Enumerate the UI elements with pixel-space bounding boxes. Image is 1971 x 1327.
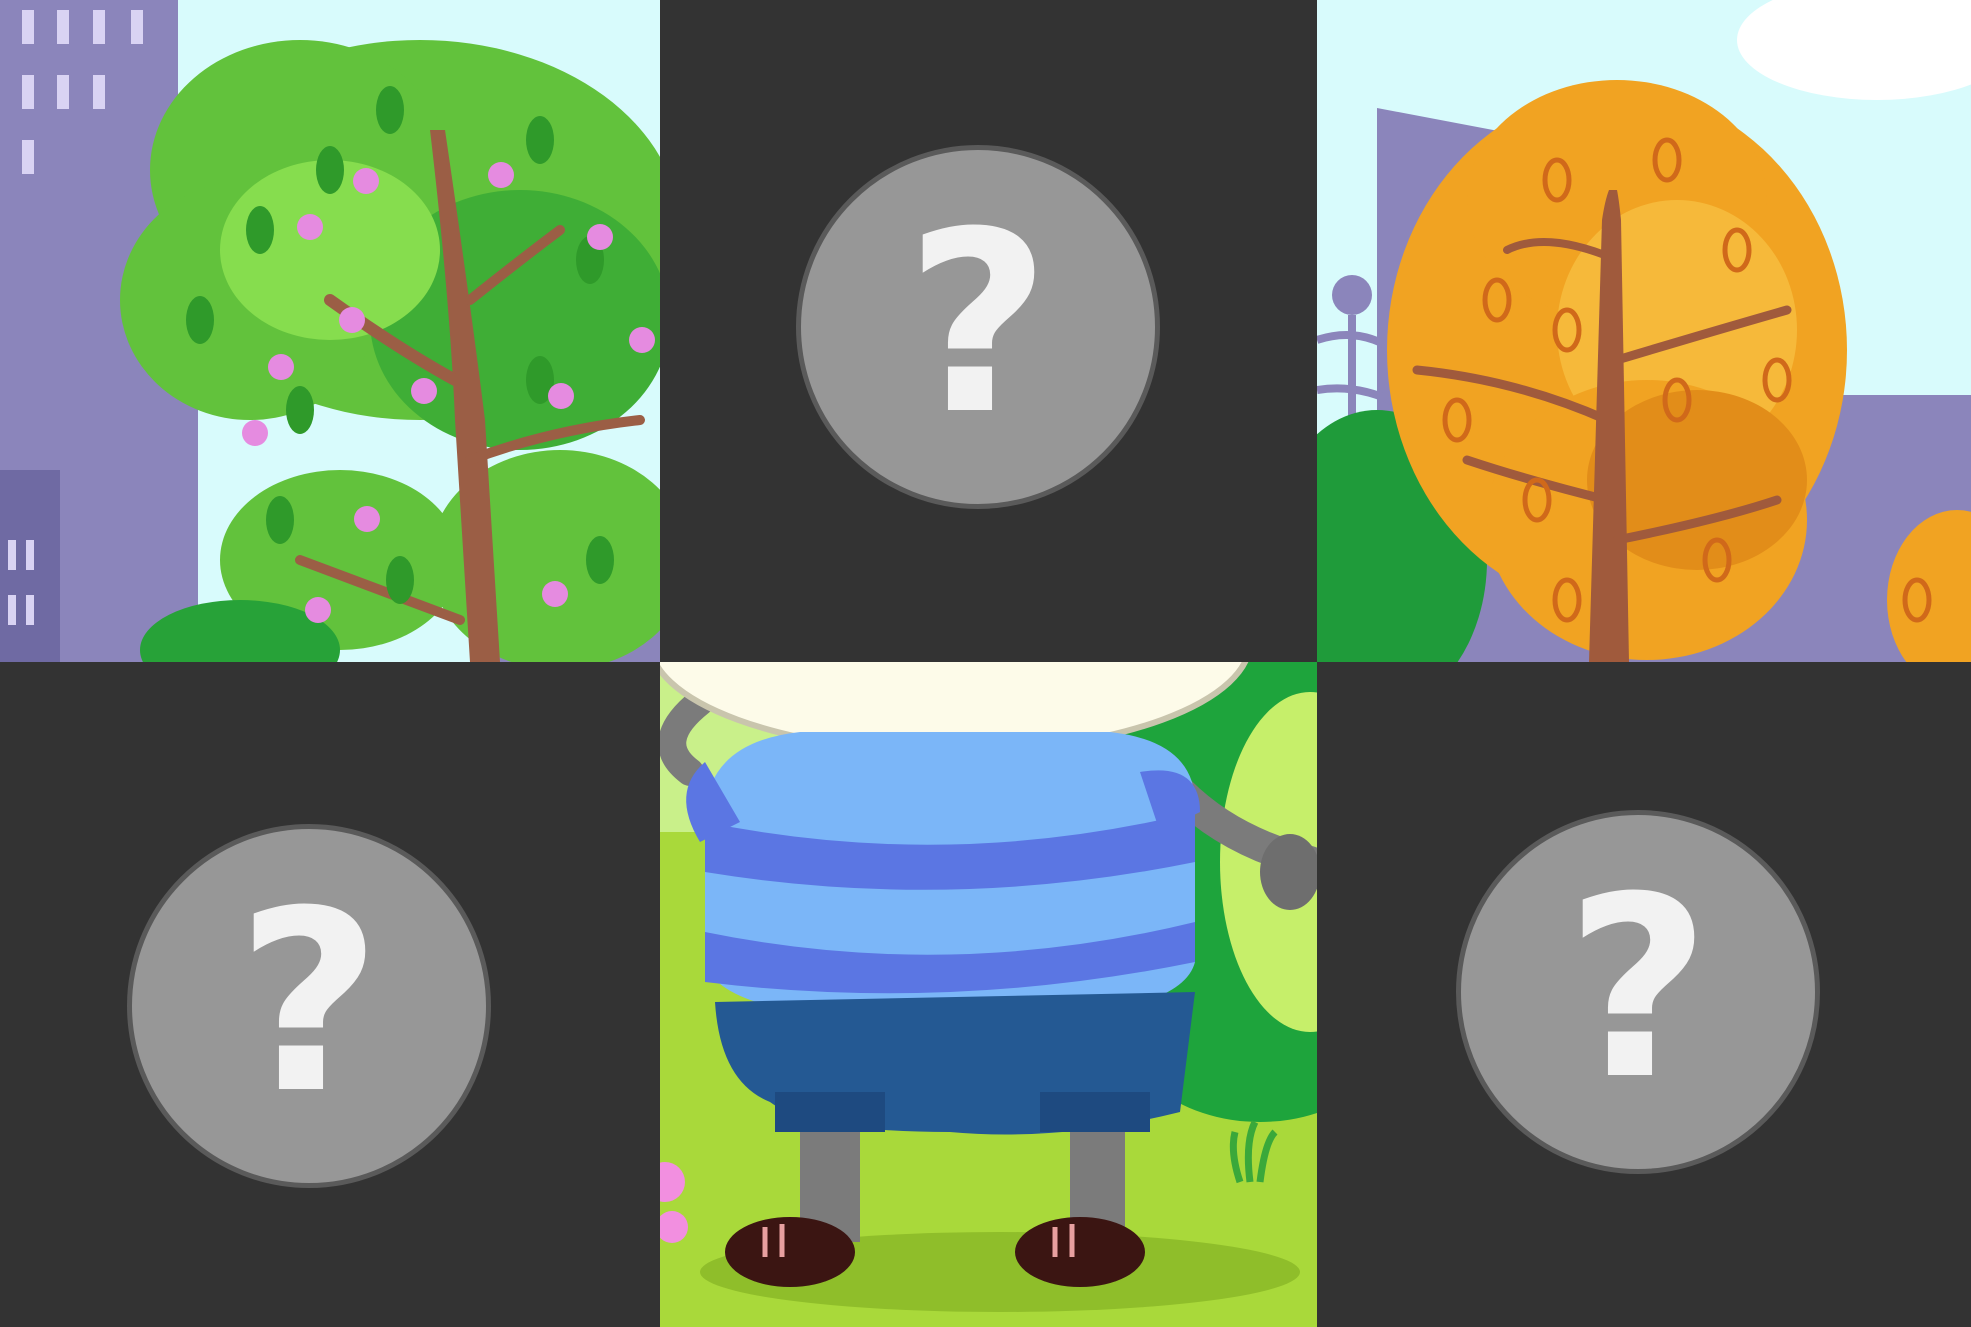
question-mark-icon: ? xyxy=(236,857,382,1148)
tile-r2c3[interactable]: ? xyxy=(1317,662,1971,1327)
tile-r2c1[interactable]: ? xyxy=(0,662,660,1327)
tile-image-orange-tree xyxy=(1317,0,1971,662)
hidden-tile-badge: ? xyxy=(796,145,1160,509)
tile-image-character xyxy=(660,662,1317,1327)
tile-image-green-tree xyxy=(0,0,660,662)
tile-r1c2[interactable]: ? xyxy=(660,0,1317,662)
hidden-tile-badge: ? xyxy=(127,824,491,1188)
tile-r2c2[interactable] xyxy=(660,662,1317,1327)
tile-r1c3[interactable] xyxy=(1317,0,1971,662)
hidden-tile-badge: ? xyxy=(1456,810,1820,1174)
tile-r1c1[interactable] xyxy=(0,0,660,662)
question-mark-icon: ? xyxy=(1565,843,1711,1134)
puzzle-board: ? ? ? xyxy=(0,0,1971,1327)
question-mark-icon: ? xyxy=(905,178,1051,469)
